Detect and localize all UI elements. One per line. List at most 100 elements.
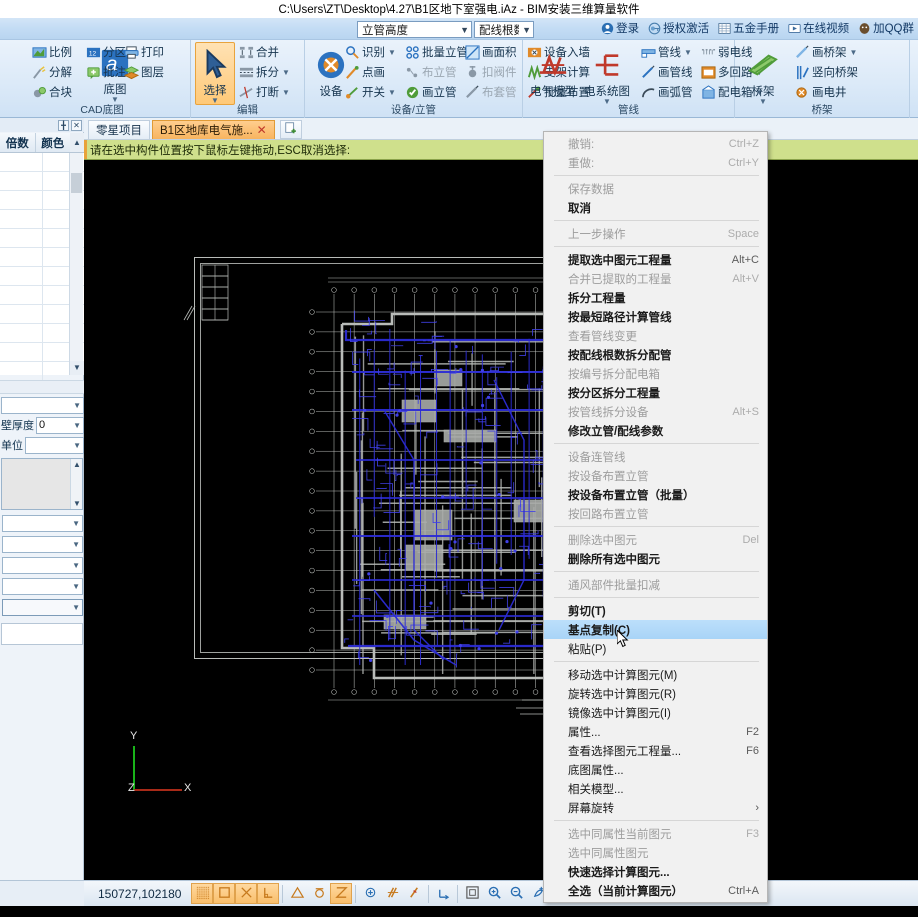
menu-item[interactable]: 查看选择图元工程量... F6 [544, 741, 767, 760]
table-cell-multiplier[interactable] [0, 153, 43, 171]
chevron-down-icon[interactable]: ▼ [73, 401, 81, 410]
table-cell-multiplier[interactable] [0, 324, 43, 342]
menu-item[interactable]: 属性... F2 [544, 722, 767, 741]
chevron-down-icon[interactable]: ▼ [282, 68, 290, 77]
table-cell-multiplier[interactable] [0, 191, 43, 209]
menu-item[interactable]: 按设备布置立管（批量） [544, 485, 767, 504]
scroll-up-icon[interactable]: ▲ [70, 133, 84, 152]
status-polar[interactable] [257, 883, 280, 904]
chevron-down-icon[interactable]: ▼ [73, 441, 81, 450]
status-grid-snap[interactable] [191, 883, 214, 904]
menu-item[interactable]: 镜像选中计算图元(I) [544, 703, 767, 722]
scrollbar-thumb[interactable] [71, 173, 82, 193]
ribbon-item-vertical-tray[interactable]: 竖向桥架 [795, 64, 858, 80]
chevron-down-icon[interactable]: ▼ [759, 98, 767, 106]
menu-item[interactable]: 旋转选中计算图元(R) [544, 684, 767, 703]
status-triangle-snap[interactable] [286, 883, 308, 904]
menu-item[interactable]: 粘贴(P) [544, 639, 767, 658]
table-cell-multiplier[interactable] [0, 210, 43, 228]
ribbon-item-arc-pipe[interactable]: 画弧管 [641, 84, 693, 100]
chevron-down-icon[interactable]: ▼ [850, 48, 858, 57]
property-field[interactable]: 0 ▼ [36, 416, 84, 434]
context-menu[interactable]: 撤销: Ctrl+Z 重做: Ctrl+Y 保存数据 取消 上一步操作 Space 提取选中图元… [543, 131, 768, 903]
top-link-video[interactable]: 在线视频 [788, 20, 849, 36]
table-cell-multiplier[interactable] [0, 305, 43, 323]
ribbon-item-pipe[interactable]: 管线 ▼ [641, 44, 692, 60]
menu-item[interactable]: 屏幕旋转 › [544, 798, 767, 817]
status-perp[interactable] [403, 883, 425, 904]
extra-field-3[interactable]: ▼ [2, 577, 83, 595]
ribbon-bigbutton-tray[interactable]: 桥架 ▼ [741, 44, 785, 106]
menu-item[interactable]: 基点复制(C) [544, 620, 767, 639]
table-cell-multiplier[interactable] [0, 267, 43, 285]
status-ucs[interactable] [432, 883, 454, 904]
pin-icon[interactable]: ╋ [58, 119, 69, 131]
menu-item[interactable]: 拆分工程量 [544, 288, 767, 307]
chevron-down-icon[interactable]: ▼ [72, 582, 80, 591]
scroll-up-icon[interactable]: ▲ [71, 460, 83, 469]
ribbon-item-explode[interactable]: 分解 [32, 64, 72, 80]
wire-count-combo[interactable]: 配线根数 ▼ [474, 21, 534, 38]
ribbon-item-recognize[interactable]: 识别 ▼ [345, 44, 396, 60]
table-cell-multiplier[interactable] [0, 343, 43, 361]
scroll-down-icon[interactable]: ▼ [71, 499, 83, 508]
chevron-down-icon[interactable]: ▼ [684, 48, 692, 57]
property-field[interactable]: ▼ [25, 436, 84, 454]
pipe-height-combo[interactable]: 立管高度 ▼ [357, 21, 472, 38]
chevron-down-icon[interactable]: ▼ [72, 561, 80, 570]
extra-field-4[interactable]: ▼ [2, 598, 83, 616]
chevron-down-icon[interactable]: ▼ [603, 98, 611, 106]
chevron-down-icon[interactable]: ▼ [111, 96, 119, 104]
table-cell-multiplier[interactable] [0, 229, 43, 247]
menu-item[interactable]: 提取选中图元工程量 Alt+C [544, 250, 767, 269]
ribbon-item-layout-riser[interactable]: 布立管 [405, 64, 457, 80]
ribbon-item-print[interactable]: 打印 [124, 44, 164, 60]
property-field[interactable]: ▼ [1, 396, 84, 414]
new-tab-button[interactable] [279, 120, 302, 139]
chevron-down-icon[interactable]: ▼ [72, 519, 80, 528]
status-hourglass-snap[interactable] [330, 883, 353, 904]
ribbon-item-scale[interactable]: 比例 [32, 44, 72, 60]
extra-field-0[interactable]: ▼ [2, 514, 83, 532]
close-icon[interactable]: ✕ [257, 123, 267, 137]
grid-scrollbar[interactable]: ▼ [69, 153, 84, 375]
menu-item[interactable]: 按分区拆分工程量 [544, 383, 767, 402]
ribbon-item-split[interactable]: 拆分 ▼ [239, 64, 290, 80]
panel-splitter[interactable] [0, 380, 84, 394]
status-parallel[interactable] [381, 883, 403, 904]
ribbon-item-valve[interactable]: 扣阀件 [465, 64, 517, 80]
ribbon-item-draw-tray[interactable]: 画桥架 ▼ [795, 44, 857, 60]
status-zoom-in[interactable] [483, 883, 505, 904]
top-link-qq[interactable]: 加QQ群 [858, 20, 914, 36]
menu-item[interactable]: 修改立管/配线参数 [544, 421, 767, 440]
ribbon-item-switch[interactable]: 开关 ▼ [345, 84, 396, 100]
top-link-book[interactable]: 五金手册 [718, 20, 779, 36]
menu-item[interactable]: 剪切(T) [544, 601, 767, 620]
table-cell-multiplier[interactable] [0, 362, 43, 380]
ribbon-item-break[interactable]: 打断 ▼ [239, 84, 290, 100]
chevron-down-icon[interactable]: ▼ [282, 88, 290, 97]
chevron-down-icon[interactable]: ▼ [72, 540, 80, 549]
table-cell-multiplier[interactable] [0, 286, 43, 304]
ribbon-bigbutton-elec-model[interactable]: 电气模型 [527, 44, 579, 99]
chevron-down-icon[interactable]: ▼ [388, 48, 396, 57]
menu-item[interactable]: 全选（当前计算图元） Ctrl+A [544, 881, 767, 900]
tab-misc-items[interactable]: 零星项目 [88, 120, 150, 139]
status-osnap-cross[interactable] [235, 883, 258, 904]
extra-field-1[interactable]: ▼ [2, 535, 83, 553]
chevron-down-icon[interactable]: ▼ [73, 421, 81, 430]
status-node-snap[interactable] [359, 883, 381, 904]
ribbon-bigbutton-select-arrow[interactable]: 选择 ▼ [195, 42, 235, 105]
menu-item[interactable]: 删除所有选中图元 [544, 549, 767, 568]
table-cell-multiplier[interactable] [0, 172, 43, 190]
menu-item[interactable]: 按最短路径计算管线 [544, 307, 767, 326]
extra-field-2[interactable]: ▼ [2, 556, 83, 574]
chevron-down-icon[interactable]: ▼ [388, 88, 396, 97]
ribbon-item-draw-pipe[interactable]: 画管线 [641, 64, 693, 80]
menu-item[interactable]: 按配线根数拆分配管 [544, 345, 767, 364]
listbox-scrollbar[interactable]: ▲ ▼ [70, 459, 82, 509]
chevron-down-icon[interactable]: ▼ [211, 97, 219, 105]
ribbon-item-combine[interactable]: 合并 [239, 44, 279, 60]
ribbon-item-draw-riser[interactable]: 画立管 [405, 84, 457, 100]
top-link-key[interactable]: 授权激活 [648, 20, 709, 36]
